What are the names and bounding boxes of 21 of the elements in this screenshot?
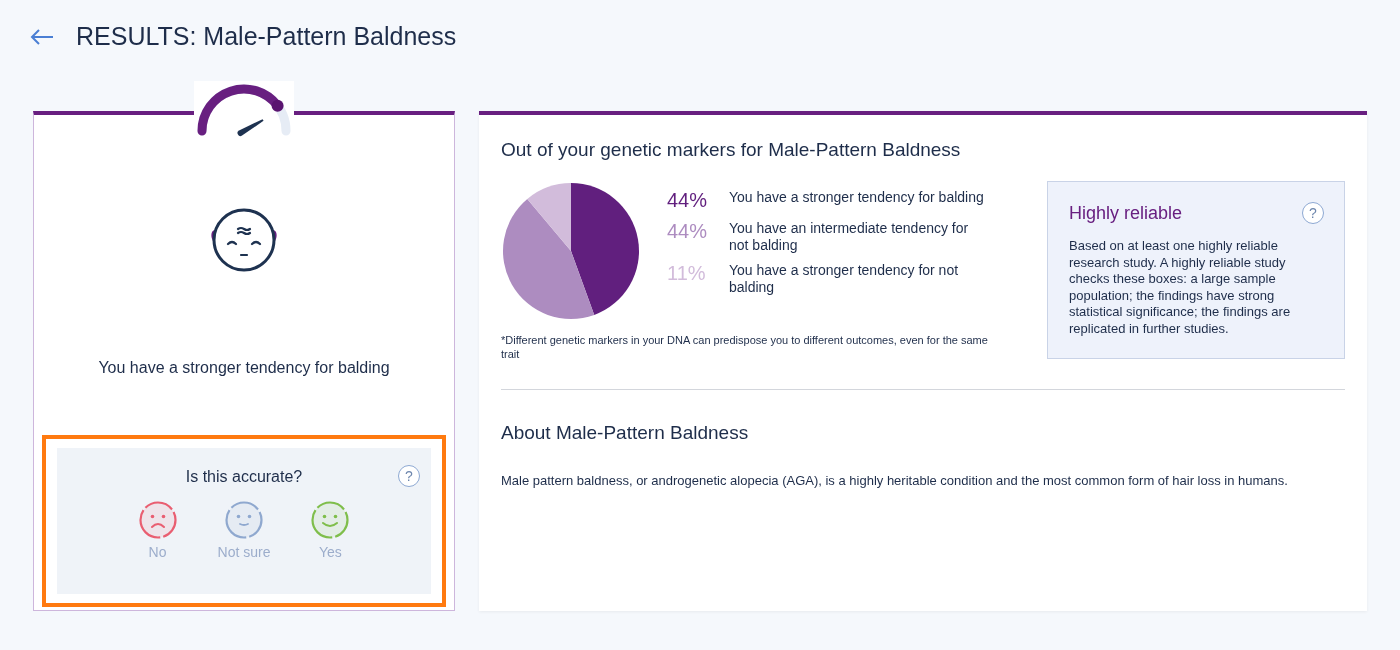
- section-title: Out of your genetic markers for Male-Pattern Baldness: [501, 139, 962, 161]
- reliability-description: Based on at least one highly reliable research study. A highly reliable study checks these boxes: a large sample population; the findings have strong statistical significance; the findings are replicated in further studies.: [1069, 238, 1292, 338]
- percentage: 44%: [667, 220, 709, 243]
- result-text: You have a stronger tendency for balding: [98, 359, 390, 377]
- help-button[interactable]: ?: [398, 465, 420, 487]
- reliability-title: Highly reliable: [1069, 202, 1183, 224]
- footnote: *Different genetic markers in your DNA can predispose you to different outcomes, even for the same trait: [501, 333, 989, 361]
- legend-text: You have a stronger tendency for not balding: [729, 262, 960, 296]
- legend-text: You have an intermediate tendency for not balding: [729, 220, 970, 254]
- about-text: Male pattern baldness, or androgenetic alopecia (AGA), is a highly heritable condition and the most common form of hair loss in humans.: [501, 472, 1289, 489]
- feedback-option[interactable]: Not sure: [217, 500, 271, 560]
- percentage: 44%: [667, 189, 709, 212]
- feedback-question: Is this accurate?: [185, 468, 303, 486]
- feedback-option[interactable]: No: [131, 500, 184, 560]
- legend-text: You have a stronger tendency for balding: [729, 189, 984, 206]
- help-button[interactable]: ?: [1302, 202, 1324, 224]
- feedback-option[interactable]: Yes: [304, 500, 357, 560]
- section-title: About Male-Pattern Baldness: [501, 422, 750, 444]
- percentage: 11%: [667, 262, 707, 285]
- page-title: RESULTS: Male-Pattern Baldness: [76, 22, 457, 51]
- back-arrow-icon[interactable]: [30, 27, 54, 46]
